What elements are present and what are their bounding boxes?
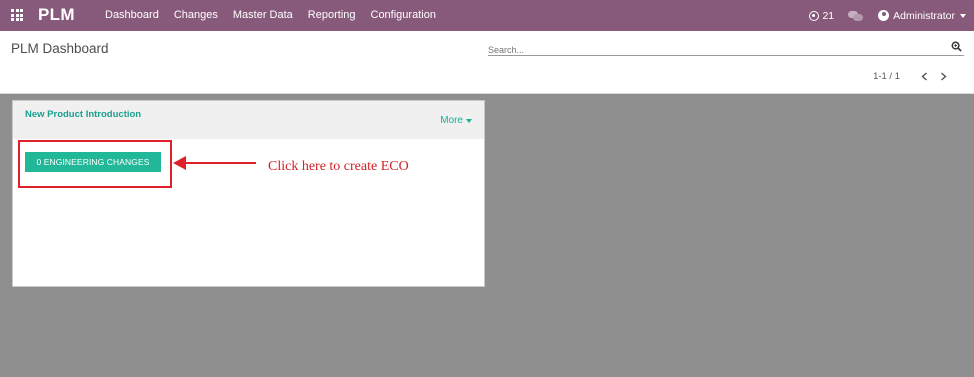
search-bar [488, 40, 964, 56]
pager: 1-1 / 1 [873, 70, 950, 82]
pager-next-icon[interactable] [936, 70, 950, 82]
top-navbar: PLM Dashboard Changes Master Data Report… [0, 0, 974, 31]
search-input[interactable] [488, 45, 928, 55]
menu-item-master-data[interactable]: Master Data [233, 9, 293, 21]
menu-item-configuration[interactable]: Configuration [371, 9, 436, 21]
caret-down-icon [466, 118, 472, 123]
menu-item-changes[interactable]: Changes [174, 9, 218, 21]
apps-grid-icon[interactable] [11, 9, 23, 21]
more-dropdown[interactable]: More [440, 115, 472, 126]
left-arrow-icon [173, 156, 256, 170]
menu-item-dashboard[interactable]: Dashboard [105, 9, 159, 21]
page-title: PLM Dashboard [11, 41, 109, 56]
activity-count: 21 [822, 9, 835, 22]
kanban-card: New Product Introduction More 0 ENGINEER… [12, 100, 485, 287]
control-panel: PLM Dashboard 1-1 / 1 [0, 31, 974, 94]
card-title[interactable]: New Product Introduction [25, 109, 141, 120]
card-header: New Product Introduction More [13, 101, 484, 139]
user-avatar-icon [878, 10, 890, 21]
caret-down-icon [960, 13, 966, 18]
activity-icon [809, 10, 820, 21]
search-icon[interactable] [951, 41, 962, 52]
callout-text: Click here to create ECO [268, 159, 409, 174]
user-menu[interactable]: Administrator [878, 10, 966, 22]
pager-value[interactable]: 1-1 / 1 [873, 71, 900, 82]
systray: 21 Administrator [809, 0, 974, 31]
main-menu: Dashboard Changes Master Data Reporting … [105, 9, 451, 21]
pager-previous-icon[interactable] [917, 70, 931, 82]
highlight-box [18, 140, 172, 188]
app-brand: PLM [38, 5, 75, 24]
more-label: More [440, 115, 463, 126]
activity-menu[interactable]: 21 [809, 10, 834, 22]
chat-icon[interactable] [848, 10, 864, 21]
user-name: Administrator [893, 9, 955, 22]
menu-item-reporting[interactable]: Reporting [308, 9, 356, 21]
